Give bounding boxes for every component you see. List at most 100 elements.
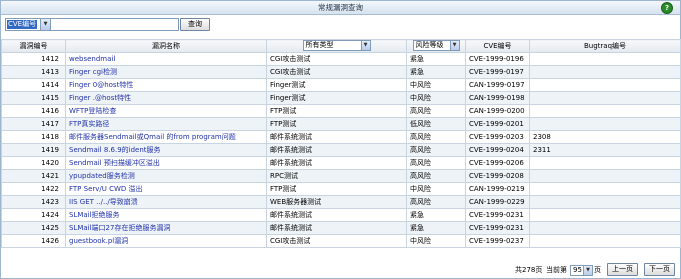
cell-cve: CAN-1999-0229 <box>465 195 530 209</box>
page-suffix: 页 <box>594 266 601 274</box>
search-input[interactable] <box>50 18 179 31</box>
cell-cve: CVE-1999-0204 <box>465 143 530 157</box>
cell-type: 邮件系统测试 <box>266 130 407 144</box>
col-header-risk: 风险等级 ▼ <box>406 39 466 53</box>
cell-cve: CVE-1999-0237 <box>465 234 530 248</box>
cell-type: FTP测试 <box>266 104 407 118</box>
cell-id: 1419 <box>1 143 66 157</box>
table-row[interactable]: 1416 WFTP登陆检查 FTP测试 高风险 CAN-1999-0200 <box>1 104 681 118</box>
cell-risk: 高风险 <box>406 104 466 118</box>
cell-type: 邮件系统测试 <box>266 221 407 235</box>
chevron-down-icon[interactable]: ▼ <box>449 41 459 51</box>
cell-name[interactable]: 邮件服务器Sendmail或Qmail 的from program问题 <box>65 130 267 144</box>
cell-id: 1415 <box>1 91 66 105</box>
table-row[interactable]: 1424 SLMail拒绝服务 邮件系统测试 紧急 CVE-1999-0231 <box>1 208 681 222</box>
table-row[interactable]: 1413 Finger cgi检测 CGI攻击测试 紧急 CVE-1999-0197 <box>1 65 681 79</box>
cell-cve: CVE-1999-0197 <box>465 65 530 79</box>
table-row[interactable]: 1414 Finger 0@host特性 Finger测试 中风险 CAN-1999-0… <box>1 78 681 92</box>
cell-cve: CAN-1999-0198 <box>465 91 530 105</box>
cell-type: CGI攻击测试 <box>266 65 407 79</box>
cell-name[interactable]: WFTP登陆检查 <box>65 104 267 118</box>
cell-bugtraq <box>529 156 681 170</box>
help-icon[interactable]: ? <box>661 2 673 14</box>
table-row[interactable]: 1421 ypupdated服务检测 RPC测试 高风险 CVE-1999-0208 <box>1 169 681 183</box>
col-header-cve[interactable]: CVE编号 <box>465 39 530 53</box>
cell-type: FTP测试 <box>266 117 407 131</box>
cell-risk: 高风险 <box>406 143 466 157</box>
cell-risk: 低风险 <box>406 117 466 131</box>
cell-cve: CVE-1999-0231 <box>465 208 530 222</box>
search-field-select[interactable]: CVE编号 ▼ <box>5 18 51 31</box>
col-header-bugtraq[interactable]: Bugtraq编号 <box>529 39 681 53</box>
cell-name[interactable]: guestbook.pl漏洞 <box>65 234 267 248</box>
page-select[interactable]: 95 ▼ <box>570 265 593 276</box>
cell-type: 邮件系统测试 <box>266 156 407 170</box>
cell-risk: 中风险 <box>406 234 466 248</box>
cell-id: 1422 <box>1 182 66 196</box>
cell-risk: 高风险 <box>406 130 466 144</box>
cell-risk: 中风险 <box>406 78 466 92</box>
risk-filter-select[interactable]: 风险等级 ▼ <box>412 40 460 52</box>
cell-risk: 中风险 <box>406 182 466 196</box>
cell-name[interactable]: SLMail拒绝服务 <box>65 208 267 222</box>
cell-cve: CVE-1999-0231 <box>465 221 530 235</box>
total-pages-text: 共278页 <box>515 266 543 274</box>
panel-titlebar: 常规漏洞查询 ? <box>1 1 680 15</box>
table-row[interactable]: 1417 FTP真实路径 FTP测试 低风险 CVE-1999-0201 <box>1 117 681 131</box>
cell-name[interactable]: FTP Serv/U CWD 溢出 <box>65 182 267 196</box>
chevron-down-icon[interactable]: ▼ <box>360 41 370 51</box>
cell-name[interactable]: Sendmail 预扫描缓冲区溢出 <box>65 156 267 170</box>
cell-type: CGI攻击测试 <box>266 234 407 248</box>
cell-risk: 紧急 <box>406 65 466 79</box>
cell-id: 1421 <box>1 169 66 183</box>
cell-bugtraq <box>529 195 681 209</box>
type-filter-select[interactable]: 所有类型 ▼ <box>302 40 371 52</box>
cell-name[interactable]: SLMail端口27存在拒绝服务漏洞 <box>65 221 267 235</box>
col-header-name[interactable]: 漏洞名称 <box>65 39 267 53</box>
table-body: 1412 websendmail CGI攻击测试 紧急 CVE-1999-0196 141… <box>1 52 681 248</box>
cell-name[interactable]: IIS GET ../../导致崩溃 <box>65 195 267 209</box>
table-row[interactable]: 1426 guestbook.pl漏洞 CGI攻击测试 中风险 CVE-1999-023… <box>1 234 681 248</box>
cell-name[interactable]: Sendmail 8.6.9的ident服务 <box>65 143 267 157</box>
cell-name[interactable]: Finger 0@host特性 <box>65 78 267 92</box>
table-row[interactable]: 1423 IIS GET ../../导致崩溃 WEB服务器测试 高风险 CAN-199… <box>1 195 681 209</box>
cell-id: 1412 <box>1 52 66 66</box>
table-row[interactable]: 1425 SLMail端口27存在拒绝服务漏洞 邮件系统测试 紧急 CVE-1999-0… <box>1 221 681 235</box>
table-row[interactable]: 1415 Finger .@host特性 Finger测试 中风险 CAN-1999-0… <box>1 91 681 105</box>
next-page-button[interactable]: 下一页 <box>644 263 675 276</box>
cell-risk: 中风险 <box>406 91 466 105</box>
cell-name[interactable]: FTP真实路径 <box>65 117 267 131</box>
cell-bugtraq <box>529 52 681 66</box>
cell-bugtraq <box>529 117 681 131</box>
table-row[interactable]: 1420 Sendmail 预扫描缓冲区溢出 邮件系统测试 高风险 CVE-1999-0… <box>1 156 681 170</box>
cell-type: 邮件系统测试 <box>266 143 407 157</box>
table-row[interactable]: 1418 邮件服务器Sendmail或Qmail 的from program问题邮… <box>1 130 681 144</box>
cell-name[interactable]: Finger .@host特性 <box>65 91 267 105</box>
cell-name[interactable]: ypupdated服务检测 <box>65 169 267 183</box>
cell-name[interactable]: Finger cgi检测 <box>65 65 267 79</box>
cell-id: 1424 <box>1 208 66 222</box>
cell-bugtraq <box>529 221 681 235</box>
col-header-id[interactable]: 漏洞编号 <box>1 39 66 53</box>
cell-id: 1418 <box>1 130 66 144</box>
cell-id: 1416 <box>1 104 66 118</box>
cell-type: Finger测试 <box>266 91 407 105</box>
query-button[interactable]: 查询 <box>180 18 210 31</box>
table-row[interactable]: 1412 websendmail CGI攻击测试 紧急 CVE-1999-0196 <box>1 52 681 66</box>
table-row[interactable]: 1422 FTP Serv/U CWD 溢出 FTP测试 中风险 CAN-1999-02… <box>1 182 681 196</box>
pagination: 共278页 当前第 95 ▼ 页 上一页 下一页 <box>380 263 680 277</box>
cell-cve: CAN-1999-0200 <box>465 104 530 118</box>
prev-page-button[interactable]: 上一页 <box>607 263 638 276</box>
search-bar: CVE编号 ▼ 查询 <box>1 15 680 33</box>
cell-id: 1413 <box>1 65 66 79</box>
cell-risk: 高风险 <box>406 169 466 183</box>
cell-risk: 紧急 <box>406 52 466 66</box>
cell-bugtraq <box>529 182 681 196</box>
cell-type: CGI攻击测试 <box>266 52 407 66</box>
chevron-down-icon[interactable]: ▼ <box>583 266 592 275</box>
cell-name[interactable]: websendmail <box>65 52 267 66</box>
chevron-down-icon[interactable]: ▼ <box>40 19 50 30</box>
page-select-value: 95 <box>573 266 582 274</box>
table-row[interactable]: 1419 Sendmail 8.6.9的ident服务 邮件系统测试 高风险 CVE-1… <box>1 143 681 157</box>
cell-type: FTP测试 <box>266 182 407 196</box>
